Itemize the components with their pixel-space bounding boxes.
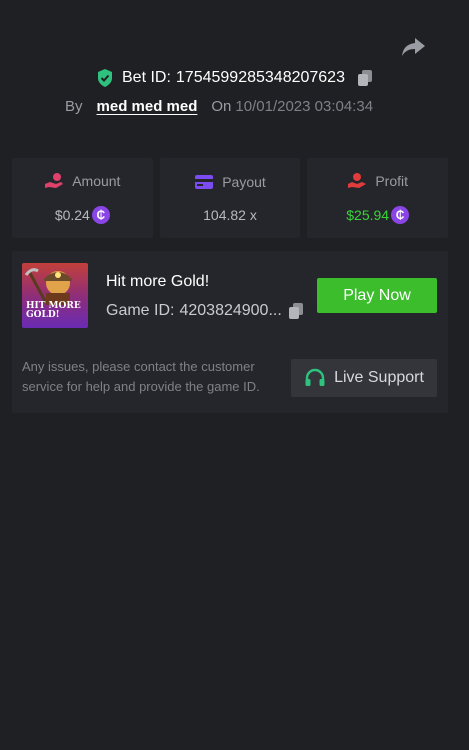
game-card: HIT MORE GOLD! Hit more Gold! Game ID: 4… (12, 251, 448, 413)
game-title: Hit more Gold! (106, 273, 210, 290)
bet-author-row: By med med med On 10/01/2023 03:04:34 (65, 98, 373, 115)
headset-icon (305, 368, 325, 386)
game-id-label: Game ID: (106, 302, 175, 319)
hand-money-icon (348, 173, 367, 188)
game-id-row: Game ID: 4203824900... (106, 302, 304, 320)
shield-check-icon (98, 69, 112, 87)
payout-card: Payout 104.82 x (159, 158, 301, 238)
payout-label: Payout (222, 174, 266, 190)
hand-coins-icon (45, 173, 64, 188)
coin-icon: ₵ (91, 206, 110, 224)
bet-id-value: 1754599285348207623 (175, 69, 345, 86)
username-link[interactable]: med med med (97, 98, 198, 115)
bet-id-row: Bet ID: 1754599285348207623 (0, 68, 469, 88)
on-label: On (211, 98, 232, 115)
card-icon (195, 175, 214, 189)
copy-icon[interactable] (288, 302, 304, 320)
play-now-button[interactable]: Play Now (317, 278, 437, 313)
share-icon[interactable] (400, 35, 426, 59)
profit-card: Profit $25.94 ₵ (307, 158, 449, 238)
amount-card: Amount $0.24 ₵ (12, 158, 153, 238)
payout-value: 104.82 x (203, 207, 257, 223)
game-id-value: 4203824900... (179, 302, 282, 319)
profit-value: $25.94 (346, 207, 390, 223)
bet-id-label: Bet ID: (122, 69, 171, 86)
profit-label: Profit (375, 173, 409, 189)
copy-icon[interactable] (357, 69, 373, 87)
bet-stats: Amount $0.24 ₵ Payout 104.82 x Profit $2… (12, 158, 449, 238)
game-thumbnail[interactable]: HIT MORE GOLD! (22, 263, 88, 328)
live-support-button[interactable]: Live Support (291, 359, 437, 397)
bet-datetime: 10/01/2023 03:04:34 (235, 98, 374, 115)
by-label: By (65, 98, 83, 115)
coin-icon: ₵ (391, 206, 410, 224)
amount-value: $0.24 (54, 207, 90, 223)
game-thumbnail-text: HIT MORE GOLD! (26, 301, 81, 320)
support-help-text: Any issues, please contact the customer … (22, 359, 260, 394)
live-support-label: Live Support (334, 369, 424, 386)
amount-label: Amount (72, 173, 121, 189)
